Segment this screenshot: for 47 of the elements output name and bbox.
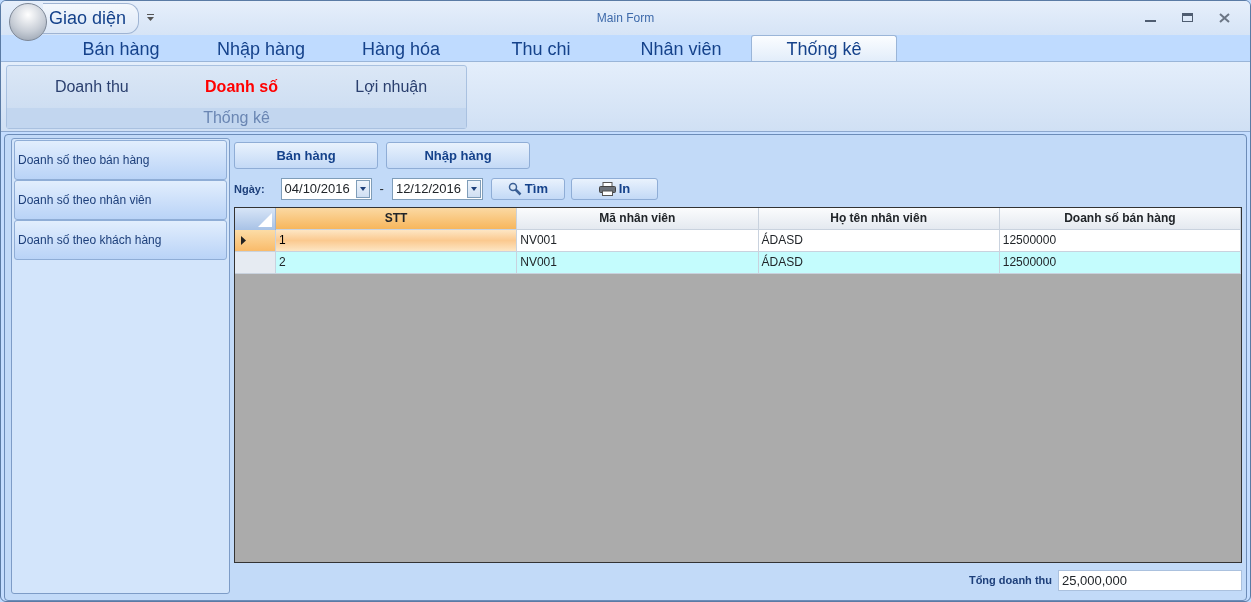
to-date-field[interactable]: 12/12/2016 [391, 178, 483, 200]
ribbon-tab[interactable]: Bán hàng [51, 35, 191, 61]
close-icon[interactable] [1219, 13, 1230, 23]
date-separator: - [379, 180, 384, 199]
column-header[interactable]: Mã nhân viên [517, 208, 759, 230]
printer-icon [598, 182, 616, 196]
search-icon [507, 182, 522, 196]
dropdown-arrow-icon[interactable] [147, 14, 155, 22]
table-cell: 12500000 [999, 252, 1241, 274]
date-label: Ngày: [234, 181, 265, 197]
ribbon-tab[interactable]: Hàng hóa [331, 35, 471, 61]
ribbon-button[interactable]: Lợi nhuận [316, 75, 466, 99]
window-title: Main Form [596, 11, 655, 25]
mode-button[interactable]: Nhập hàng [386, 142, 530, 169]
column-header[interactable]: Doanh số bán hàng [999, 208, 1241, 230]
table-cell: 2 [276, 252, 518, 274]
app-menu-tab[interactable]: Giao diện [43, 2, 140, 34]
application-button[interactable] [9, 3, 47, 41]
search-button[interactable]: Tìm [490, 178, 565, 200]
sidebar-item[interactable]: Doanh số theo khách hàng [14, 220, 227, 260]
row-header[interactable] [235, 230, 276, 252]
ribbon-tab[interactable]: Nhập hàng [191, 35, 331, 61]
mode-button[interactable]: Bán hàng [234, 142, 378, 169]
group-label: Thống kê [7, 108, 466, 128]
ribbon-tab[interactable]: Nhân viên [611, 35, 751, 61]
table-cell: ÁDASD [758, 252, 1000, 274]
current-row-arrow-icon [241, 236, 246, 245]
ribbon-tab[interactable]: Thu chi [471, 35, 611, 61]
table-cell: NV001 [517, 230, 759, 252]
print-button[interactable]: In [570, 178, 658, 200]
maximize-icon[interactable] [1182, 13, 1193, 23]
table-cell: 12500000 [999, 230, 1241, 252]
total-label: Tổng doanh thu [968, 573, 1052, 589]
table-cell: NV001 [517, 252, 759, 274]
ribbon-button[interactable]: Doanh thu [17, 75, 167, 99]
total-field[interactable]: 25,000,000 [1058, 570, 1242, 591]
dropdown-arrow-icon[interactable] [359, 187, 366, 191]
column-header[interactable]: STT [276, 208, 518, 230]
dropdown-arrow-icon[interactable] [470, 187, 477, 191]
sidebar-item[interactable]: Doanh số theo bán hàng [14, 140, 227, 180]
column-header[interactable]: Họ tên nhân viên [758, 208, 1000, 230]
table-cell: 1 [276, 230, 518, 252]
table-cell: ÁDASD [758, 230, 1000, 252]
from-date-field[interactable]: 04/10/2016 [280, 178, 372, 200]
ribbon-tab[interactable]: Thống kê [751, 35, 897, 61]
corner-triangle-icon [258, 213, 272, 227]
sidebar-item[interactable]: Doanh số theo nhân viên [14, 180, 227, 220]
